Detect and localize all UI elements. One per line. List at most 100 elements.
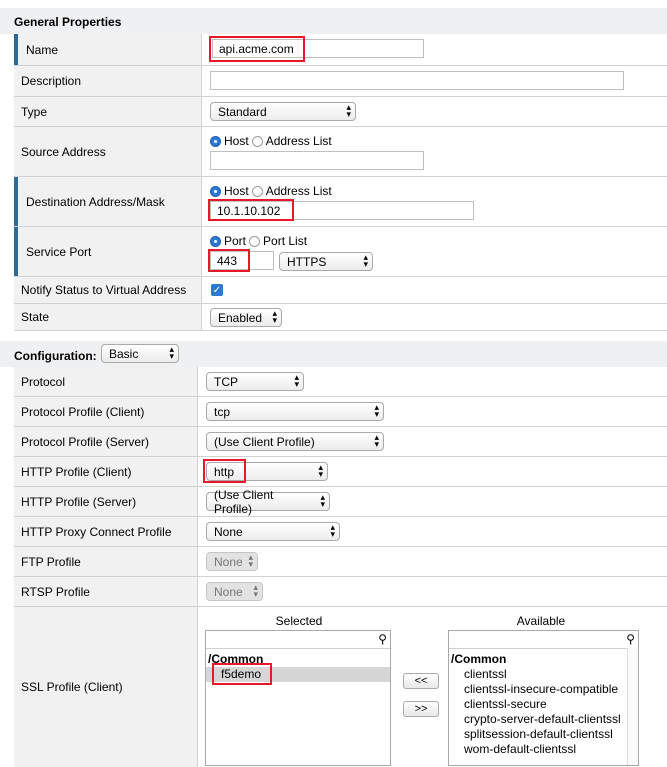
- section-title-configuration: Configuration:: [14, 349, 97, 363]
- destination-row: Destination Address/Mask Host Address Li…: [14, 177, 667, 227]
- ftp-profile-row: FTP Profile None ▴ ▾: [14, 547, 667, 577]
- state-select[interactable]: Enabled ▴ ▾: [210, 308, 282, 327]
- http-profile-client-row: HTTP Profile (Client) http ▴ ▾: [14, 457, 667, 487]
- chevron-updown-icon: ▴ ▾: [253, 582, 258, 599]
- ftp-profile-label: FTP Profile: [14, 547, 198, 576]
- source-address-input[interactable]: [210, 151, 424, 170]
- protocol-profile-client-value: tcp: [214, 404, 231, 419]
- check-icon: ✓: [212, 284, 222, 296]
- http-profile-client-label: HTTP Profile (Client): [14, 457, 198, 486]
- http-proxy-select[interactable]: None ▴ ▾: [206, 522, 340, 541]
- dest-host-radio[interactable]: [210, 185, 221, 197]
- configuration-mode-select[interactable]: Basic ▴ ▾: [101, 344, 179, 363]
- chevron-updown-icon: ▴ ▾: [248, 552, 253, 569]
- http-profile-server-row: HTTP Profile (Server) (Use Client Profil…: [14, 487, 667, 517]
- protocol-profile-server-select[interactable]: (Use Client Profile) ▴ ▾: [206, 432, 384, 451]
- port-port-label: Port: [224, 234, 247, 248]
- description-input[interactable]: [210, 71, 624, 90]
- protocol-select[interactable]: TCP ▴ ▾: [206, 372, 304, 391]
- service-port-label: Service Port: [14, 227, 202, 276]
- general-properties-header: General Properties: [0, 8, 667, 34]
- available-header: Available: [516, 614, 566, 628]
- description-label: Description: [14, 66, 202, 96]
- selected-group: /Common: [208, 652, 264, 666]
- move-right-button[interactable]: >>: [403, 701, 439, 717]
- available-item[interactable]: clientssl-secure: [449, 697, 638, 712]
- chevron-updown-icon: ▴ ▾: [169, 344, 174, 361]
- notify-row: Notify Status to Virtual Address ✓: [14, 277, 667, 304]
- http-profile-server-select[interactable]: (Use Client Profile) ▴ ▾: [206, 488, 330, 516]
- dest-list-label: Address List: [265, 184, 332, 198]
- state-row: State Enabled ▴ ▾: [14, 304, 667, 331]
- available-item[interactable]: splitsession-default-clientssl: [449, 727, 638, 742]
- configuration-header: Configuration: Basic ▴ ▾: [0, 341, 667, 367]
- available-scrollbar[interactable]: [627, 648, 638, 765]
- dest-list-radio[interactable]: [251, 185, 263, 197]
- http-proxy-value: None: [214, 524, 243, 539]
- ftp-profile-select: None ▴ ▾: [206, 552, 258, 571]
- port-list-label: Port List: [263, 234, 308, 248]
- chevron-updown-icon: ▴ ▾: [320, 492, 325, 509]
- protocol-label: Protocol: [14, 367, 198, 396]
- port-list-radio[interactable]: [249, 235, 261, 247]
- http-proxy-row: HTTP Proxy Connect Profile None ▴ ▾: [14, 517, 667, 547]
- type-label: Type: [14, 97, 202, 126]
- configuration-mode-value: Basic: [109, 346, 139, 361]
- description-row: Description: [14, 66, 667, 97]
- notify-checkbox[interactable]: ✓: [211, 284, 223, 296]
- rtsp-profile-label: RTSP Profile: [14, 577, 198, 606]
- available-item[interactable]: wom-default-clientssl: [449, 742, 638, 757]
- selected-listbox[interactable]: ⚲ /Common f5demo: [205, 630, 391, 766]
- destination-label: Destination Address/Mask: [14, 177, 202, 226]
- source-host-label: Host: [224, 134, 249, 148]
- available-search[interactable]: ⚲: [449, 631, 638, 649]
- source-host-radio[interactable]: [210, 135, 221, 147]
- rtsp-profile-select: None ▴ ▾: [206, 582, 263, 601]
- chevron-updown-icon: ▴ ▾: [318, 462, 323, 479]
- port-service-select[interactable]: HTTPS ▴ ▾: [279, 252, 373, 271]
- source-address-row: Source Address Host Address List: [14, 127, 667, 177]
- http-profile-client-value: http: [214, 464, 235, 479]
- notify-label: Notify Status to Virtual Address: [14, 277, 202, 303]
- selected-header: Selected: [275, 614, 323, 628]
- dest-host-label: Host: [224, 184, 249, 198]
- search-icon: ⚲: [626, 632, 635, 646]
- available-listbox[interactable]: ⚲ /Common clientssl clientssl-insecure-c…: [448, 630, 639, 766]
- name-input[interactable]: api.acme.com: [212, 39, 424, 58]
- source-list-label: Address List: [265, 134, 332, 148]
- service-port-row: Service Port Port Port List 443 HTTPS ▴ ▾: [14, 227, 667, 277]
- available-item[interactable]: clientssl-insecure-compatible: [449, 682, 638, 697]
- source-list-radio[interactable]: [251, 135, 263, 147]
- available-group: /Common: [451, 652, 507, 666]
- rtsp-profile-value: None: [214, 584, 243, 599]
- protocol-select-value: TCP: [214, 374, 238, 389]
- destination-input[interactable]: 10.1.10.102: [210, 201, 474, 220]
- protocol-profile-client-row: Protocol Profile (Client) tcp ▴ ▾: [14, 397, 667, 427]
- search-icon: ⚲: [378, 632, 387, 646]
- chevron-updown-icon: ▴ ▾: [363, 252, 368, 269]
- http-profile-client-select[interactable]: http ▴ ▾: [206, 462, 328, 481]
- state-label: State: [14, 304, 202, 330]
- available-item[interactable]: clientssl: [449, 667, 638, 682]
- port-port-radio[interactable]: [210, 235, 221, 247]
- move-left-button[interactable]: <<: [403, 673, 439, 689]
- port-input[interactable]: 443: [210, 251, 274, 270]
- selected-item[interactable]: f5demo: [206, 667, 390, 682]
- chevron-updown-icon: ▴ ▾: [330, 522, 335, 539]
- chevron-updown-icon: ▴ ▾: [294, 372, 299, 389]
- port-service-value: HTTPS: [287, 254, 327, 269]
- chevron-updown-icon: ▴ ▾: [272, 308, 277, 325]
- protocol-profile-server-row: Protocol Profile (Server) (Use Client Pr…: [14, 427, 667, 457]
- protocol-row: Protocol TCP ▴ ▾: [14, 367, 667, 397]
- http-profile-server-value: (Use Client Profile): [214, 487, 274, 516]
- selected-search[interactable]: ⚲: [206, 631, 390, 649]
- http-proxy-label: HTTP Proxy Connect Profile: [14, 517, 198, 546]
- type-select[interactable]: Standard ▴ ▾: [210, 102, 356, 121]
- protocol-profile-client-select[interactable]: tcp ▴ ▾: [206, 402, 384, 421]
- protocol-profile-server-value: (Use Client Profile): [214, 434, 315, 449]
- available-item[interactable]: crypto-server-default-clientssl: [449, 712, 638, 727]
- rtsp-profile-row: RTSP Profile None ▴ ▾: [14, 577, 667, 607]
- chevron-updown-icon: ▴ ▾: [346, 102, 351, 119]
- chevron-updown-icon: ▴ ▾: [374, 432, 379, 449]
- type-select-value: Standard: [218, 104, 267, 119]
